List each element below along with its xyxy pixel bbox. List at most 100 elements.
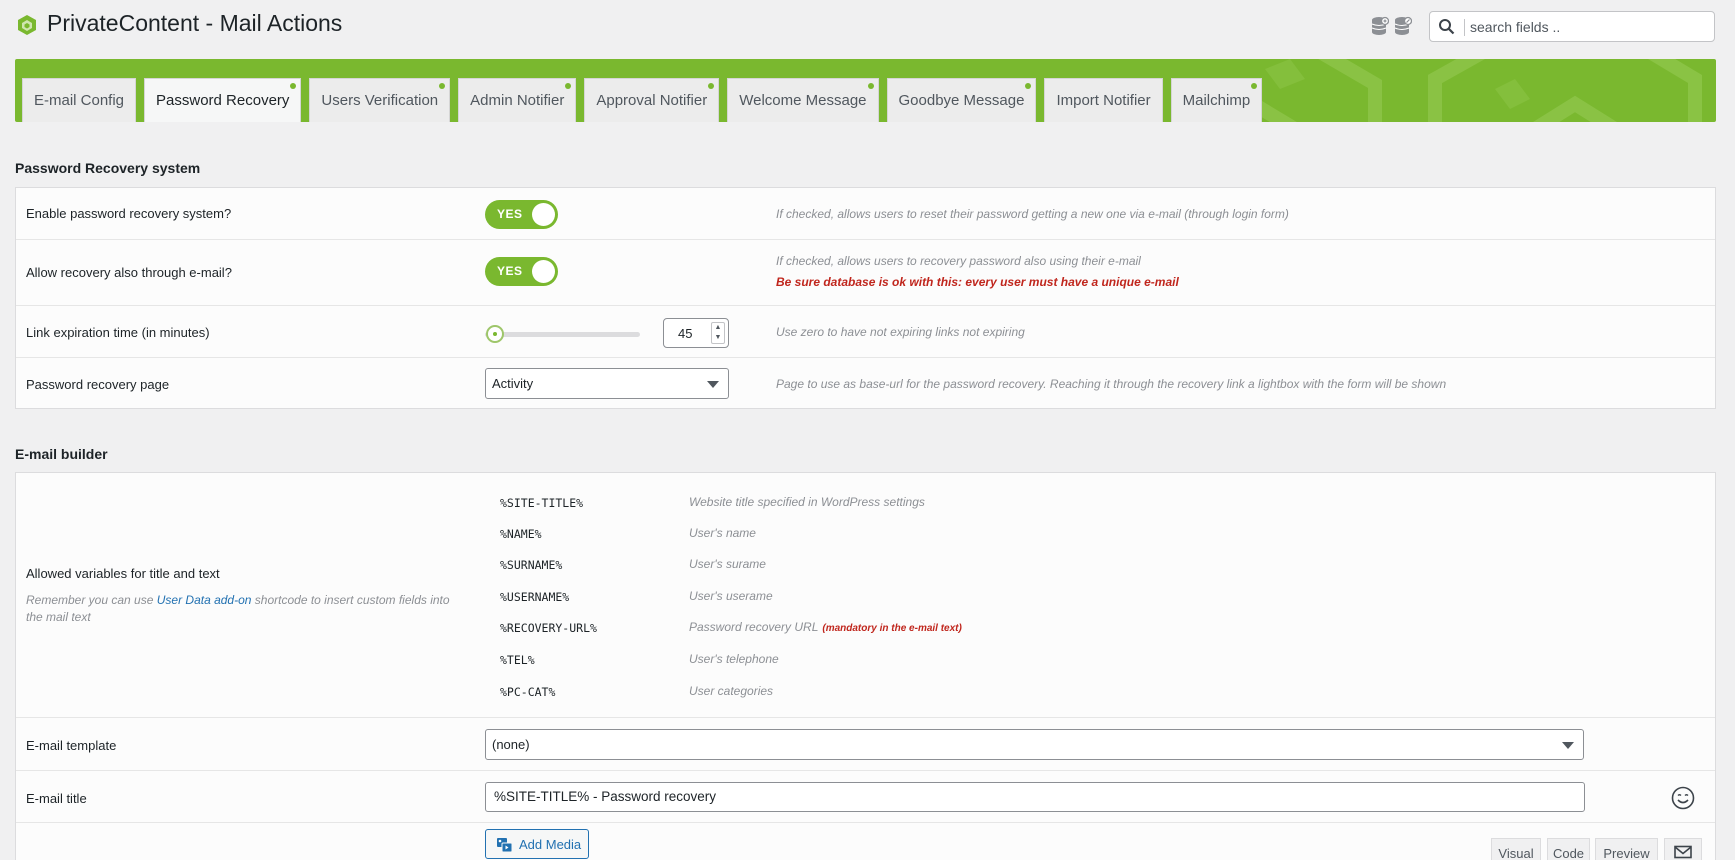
section-title-builder: E-mail builder — [15, 446, 108, 462]
variable-name: %TEL% — [500, 653, 535, 667]
page-title: PrivateContent - Mail Actions — [47, 10, 343, 36]
tab-users-verification[interactable]: Users Verification — [309, 78, 451, 122]
tab-import-notifier[interactable]: Import Notifier — [1044, 78, 1163, 122]
setting-label: E-mail title — [26, 791, 87, 806]
tab-goodbye-message[interactable]: Goodbye Message — [886, 78, 1037, 122]
section-title-recovery: Password Recovery system — [15, 160, 201, 176]
variable-desc: User's userame — [689, 589, 773, 603]
media-icon — [497, 838, 513, 853]
email-template-select[interactable]: (none) — [485, 729, 1584, 760]
database-icon[interactable] — [1371, 16, 1389, 36]
search-input[interactable] — [1470, 15, 1708, 39]
enable-recovery-toggle[interactable]: YES — [485, 200, 558, 229]
tab-label: Approval Notifier — [596, 92, 708, 109]
status-dot — [1251, 83, 1258, 89]
number-spinner[interactable]: ▲ ▼ — [711, 322, 725, 344]
status-dot — [708, 83, 715, 89]
setting-row-expiration: Link expiration time (in minutes) 45 ▲ ▼ … — [16, 306, 1715, 358]
editor-tab-visual[interactable]: Visual — [1491, 838, 1541, 860]
setting-row-email-template: E-mail template (none) — [16, 718, 1715, 771]
setting-note: If checked, allows users to reset their … — [776, 207, 1289, 221]
emoji-icon[interactable] — [1671, 786, 1695, 810]
chevron-down-icon — [1562, 742, 1574, 749]
email-builder-panel: Allowed variables for title and text Rem… — [15, 472, 1716, 860]
setting-warning: Be sure database is ok with this: every … — [776, 275, 1179, 289]
tab-label: Goodbye Message — [898, 92, 1025, 109]
recovery-settings-panel: Enable password recovery system? YES If … — [15, 187, 1716, 409]
setting-row-recovery-page: Password recovery page Activity Page to … — [16, 358, 1715, 409]
setting-label: Enable password recovery system? — [26, 206, 232, 221]
tab-welcome-message[interactable]: Welcome Message — [727, 78, 879, 122]
expiration-number-input[interactable]: 45 ▲ ▼ — [663, 318, 729, 348]
send-test-email-button[interactable] — [1664, 838, 1702, 860]
setting-note: Page to use as base-url for the password… — [776, 377, 1447, 391]
user-data-addon-link[interactable]: User Data add-on — [157, 593, 252, 607]
variables-help-note: Remember you can use User Data add-on sh… — [26, 592, 456, 626]
setting-row-email-editor: Add Media Visual Code Preview — [16, 823, 1715, 860]
variable-desc: User categories — [689, 684, 773, 698]
status-dot — [565, 83, 572, 89]
expiration-slider-track[interactable] — [485, 332, 640, 337]
variable-desc: User's surame — [689, 557, 766, 571]
tab-label: Admin Notifier — [470, 92, 565, 109]
status-dot — [867, 83, 874, 89]
editor-tab-code[interactable]: Code — [1547, 838, 1590, 860]
recovery-page-select[interactable]: Activity — [485, 368, 729, 399]
setting-label: Password recovery page — [26, 377, 170, 392]
input-value: %SITE-TITLE% - Password recovery — [494, 789, 717, 804]
variable-name: %USERNAME% — [500, 590, 570, 604]
variable-desc: User's telephone — [689, 652, 779, 666]
variable-desc-text: Password recovery URL — [689, 620, 819, 634]
help-text: Remember you can use — [26, 593, 157, 607]
variable-desc: Password recovery URL (mandatory in the e… — [689, 620, 962, 634]
variable-desc-text: User categories — [689, 684, 774, 698]
database-settings-icon[interactable] — [1394, 16, 1412, 36]
envelope-icon — [1674, 845, 1692, 859]
email-title-input[interactable]: %SITE-TITLE% - Password recovery — [485, 782, 1585, 812]
variable-name: %PC-CAT% — [500, 685, 556, 699]
tab-label: Users Verification — [321, 92, 439, 109]
allow-email-toggle[interactable]: YES — [485, 257, 558, 286]
privatecontent-logo-icon — [18, 15, 36, 35]
tab-list: E-mail Config Password Recovery Users Ve… — [22, 78, 1263, 122]
setting-row-email-title: E-mail title %SITE-TITLE% - Password rec… — [16, 771, 1715, 823]
tab-password-recovery[interactable]: Password Recovery — [144, 78, 302, 122]
tab-admin-notifier[interactable]: Admin Notifier — [458, 78, 577, 122]
tab-label: Welcome Message — [739, 92, 867, 109]
variable-name: %NAME% — [500, 527, 542, 541]
tab-label: Password Recovery — [156, 92, 290, 109]
chevron-down-icon — [707, 381, 719, 388]
tab-band: E-mail Config Password Recovery Users Ve… — [15, 59, 1716, 122]
variable-desc-text: Website title specified in WordPress set… — [689, 495, 925, 509]
setting-note: If checked, allows users to recovery pas… — [776, 254, 1141, 268]
toggle-state-label: YES — [497, 264, 523, 278]
add-media-button[interactable]: Add Media — [485, 829, 589, 859]
setting-label: Allow recovery also through e-mail? — [26, 265, 232, 280]
setting-label: Link expiration time (in minutes) — [26, 325, 210, 340]
tab-label: Mailchimp — [1182, 92, 1251, 109]
setting-label: E-mail template — [26, 738, 117, 753]
setting-note: Use zero to have not expiring links not … — [776, 325, 1025, 339]
tab-email-config[interactable]: E-mail Config — [22, 78, 137, 122]
status-dot — [290, 83, 297, 89]
toggle-knob — [532, 260, 555, 283]
tab-mailchimp[interactable]: Mailchimp — [1170, 78, 1263, 122]
search-box[interactable] — [1429, 11, 1715, 42]
selected-value: (none) — [492, 737, 530, 752]
expiration-value: 45 — [678, 326, 693, 341]
variable-desc-text: User's surame — [689, 557, 766, 571]
search-icon — [1439, 19, 1455, 35]
status-dot — [439, 83, 446, 89]
selected-value: Activity — [492, 376, 534, 391]
tab-approval-notifier[interactable]: Approval Notifier — [584, 78, 720, 122]
toggle-state-label: YES — [497, 207, 523, 221]
expiration-slider-handle[interactable] — [486, 325, 504, 343]
preview-button[interactable]: Preview — [1595, 838, 1658, 860]
search-divider — [1464, 19, 1465, 36]
variable-name: %RECOVERY-URL% — [500, 621, 597, 635]
setting-row-enable-recovery: Enable password recovery system? YES If … — [16, 188, 1715, 240]
variable-desc-text: User's userame — [689, 589, 773, 603]
variable-desc-text: User's name — [689, 526, 756, 540]
variable-desc: User's name — [689, 526, 756, 540]
variable-desc-text: User's telephone — [689, 652, 779, 666]
